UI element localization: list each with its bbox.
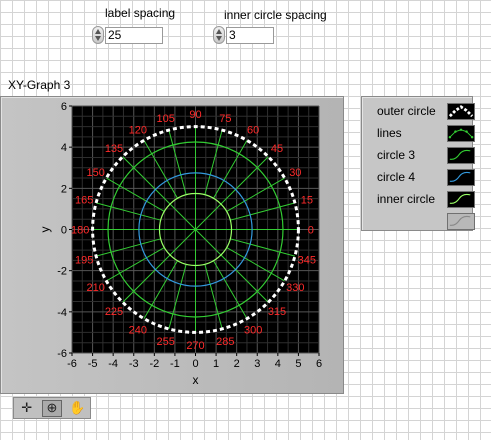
legend-item[interactable]: circle 3: [362, 145, 475, 167]
angle-label: 345: [298, 254, 316, 266]
x-axis-label: x: [193, 373, 199, 387]
angle-label: 195: [75, 254, 93, 266]
legend-swatch-icon[interactable]: [447, 125, 475, 142]
x-tick-label: 6: [316, 358, 322, 370]
angle-label: 330: [286, 282, 304, 294]
graph-title: XY-Graph 3: [8, 78, 71, 92]
label-spacing-label: label spacing: [105, 6, 176, 20]
angle-label: 225: [105, 306, 123, 318]
angle-label: 75: [219, 113, 231, 125]
angle-label: 105: [156, 113, 174, 125]
angle-label: 150: [86, 167, 104, 179]
angle-label: 210: [86, 282, 104, 294]
angle-label: 180: [71, 225, 89, 237]
y-axis-label: y: [38, 227, 52, 233]
legend-swatch-icon[interactable]: [447, 103, 475, 120]
x-tick-label: 2: [234, 358, 240, 370]
x-tick-label: -1: [170, 358, 180, 370]
cursor-move-icon[interactable]: ✛: [17, 400, 37, 417]
legend-item-label: circle 4: [377, 170, 416, 184]
inner-circle-spacing-increment[interactable]: [213, 26, 225, 44]
xy-graph-plot[interactable]: 0153045607590105120135150165180195210225…: [1, 97, 345, 395]
increment-up-icon: [95, 29, 101, 34]
inner-circle-spacing-control: 3: [213, 26, 274, 44]
label-spacing-control: 25: [92, 26, 163, 44]
zoom-icon[interactable]: ⊕: [41, 399, 62, 417]
angle-label: 300: [244, 324, 262, 336]
angle-label: 0: [308, 225, 314, 237]
x-tick-label: -4: [108, 358, 118, 370]
xy-graph-frame: 0 15 30 45 60 75 90 105 120 135 150 165 180 195 210 225…: [0, 96, 344, 394]
x-tick-label: -2: [149, 358, 159, 370]
y-tick-label: 4: [61, 142, 67, 154]
y-tick-label: 6: [61, 101, 67, 113]
legend-item[interactable]: lines: [362, 123, 475, 145]
legend-item[interactable]: circle 4: [362, 167, 475, 189]
angle-label: 120: [129, 125, 147, 137]
legend-item[interactable]: [362, 211, 475, 233]
graph-palette: ✛ ⊕ ✋: [13, 397, 91, 419]
x-tick-label: -6: [67, 358, 77, 370]
label-spacing-input[interactable]: 25: [105, 26, 163, 44]
label-spacing-increment[interactable]: [92, 26, 104, 44]
angle-label: 60: [247, 125, 259, 137]
increment-down-icon: [216, 36, 222, 41]
y-tick-label: 2: [61, 183, 67, 195]
y-tick-label: -2: [57, 266, 67, 278]
angle-label: 285: [216, 336, 234, 348]
legend-item-label: circle 3: [377, 148, 416, 162]
legend-swatch-icon[interactable]: [447, 213, 475, 230]
legend-item[interactable]: outer circle: [362, 101, 475, 123]
legend-item[interactable]: inner circle: [362, 189, 475, 211]
angle-label: 240: [129, 324, 147, 336]
x-tick-label: 0: [192, 358, 198, 370]
y-tick-label: -6: [57, 348, 67, 360]
increment-up-icon: [216, 29, 222, 34]
legend-swatch-icon[interactable]: [447, 191, 475, 208]
pan-hand-icon[interactable]: ✋: [67, 400, 87, 417]
x-tick-label: 3: [254, 358, 260, 370]
plot-legend[interactable]: outer circle lines circle 3 circle 4 inner c…: [361, 96, 475, 233]
inner-circle-spacing-label: inner circle spacing: [224, 8, 327, 22]
angle-label: 165: [75, 195, 93, 207]
angle-label: 45: [271, 143, 283, 155]
x-tick-label: 4: [275, 358, 281, 370]
x-tick-label: -5: [88, 358, 98, 370]
angle-label: 15: [301, 195, 313, 207]
legend-item-label: inner circle: [377, 192, 436, 206]
inner-circle-spacing-input[interactable]: 3: [226, 26, 274, 44]
angle-label: 270: [186, 340, 204, 352]
y-tick-label: -4: [57, 307, 67, 319]
legend-item-label: lines: [377, 126, 402, 140]
x-tick-label: 5: [295, 358, 301, 370]
legend-swatch-icon[interactable]: [447, 169, 475, 186]
legend-item-label: outer circle: [377, 104, 436, 118]
x-tick-label: -3: [129, 358, 139, 370]
angle-label: 135: [105, 143, 123, 155]
legend-swatch-icon[interactable]: [447, 147, 475, 164]
angle-label: 30: [289, 167, 301, 179]
x-tick-label: 1: [213, 358, 219, 370]
angle-label: 255: [156, 336, 174, 348]
y-tick-label: 0: [61, 225, 67, 237]
angle-label: 315: [268, 306, 286, 318]
increment-down-icon: [95, 36, 101, 41]
angle-label: 90: [189, 109, 201, 121]
